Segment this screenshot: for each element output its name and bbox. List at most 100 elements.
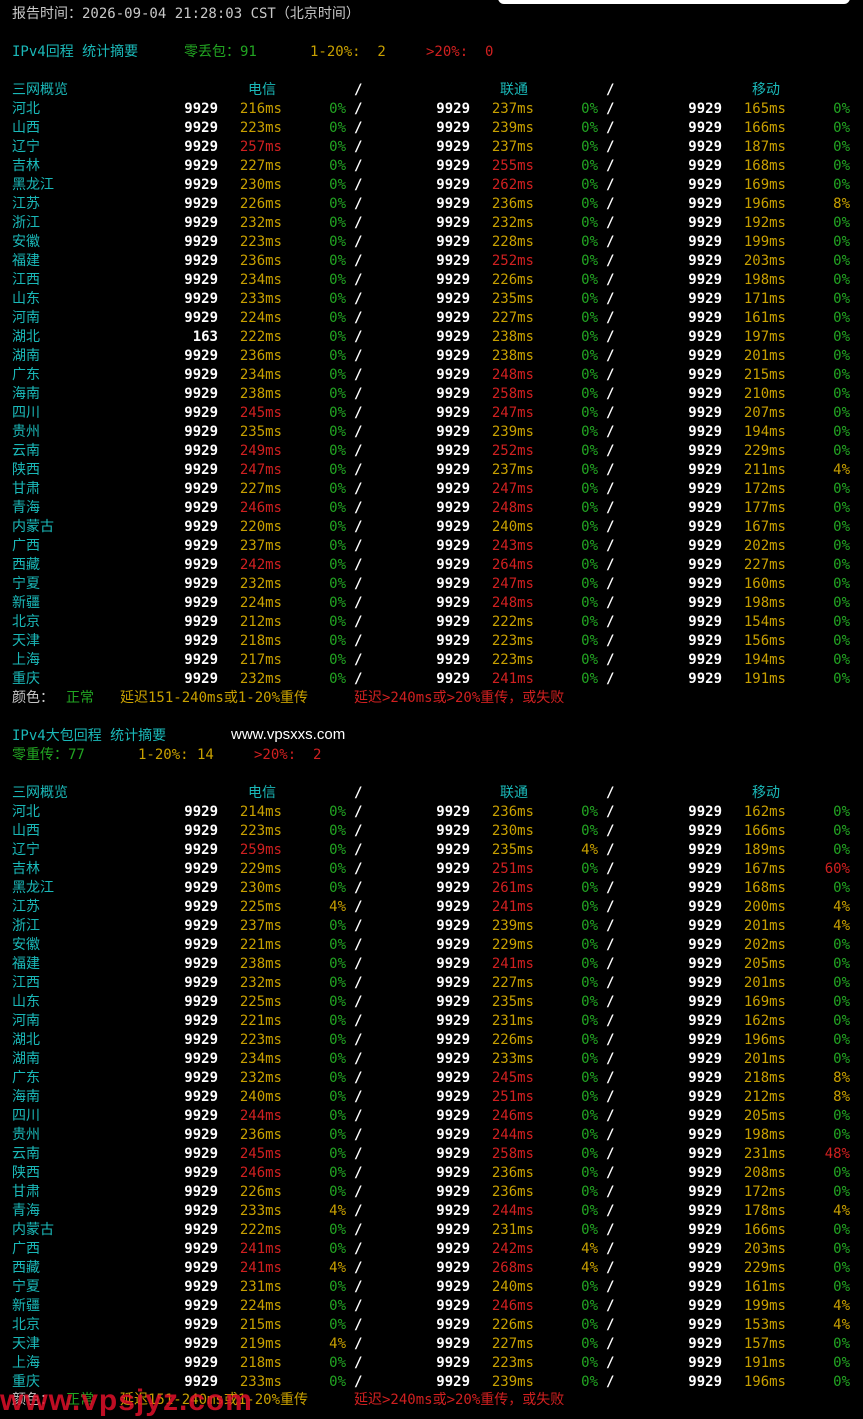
province-cell: 广东 bbox=[12, 1070, 40, 1086]
mobile-latency-cell: 207ms bbox=[743, 405, 786, 421]
column-separator: / bbox=[354, 1298, 363, 1314]
unicom-route-cell: 9929 bbox=[436, 1260, 470, 1276]
mobile-latency-cell: 205ms bbox=[743, 1108, 786, 1124]
unicom-loss-cell: 0% bbox=[581, 557, 598, 573]
telecom-latency-cell: 236ms bbox=[239, 1127, 282, 1143]
province-cell: 山东 bbox=[12, 291, 40, 307]
unicom-route-cell: 9929 bbox=[436, 1336, 470, 1352]
unicom-route-cell: 9929 bbox=[436, 348, 470, 364]
section1-title: IPv4回程 统计摘要 bbox=[12, 44, 139, 60]
mobile-latency-cell: 166ms bbox=[743, 823, 786, 839]
telecom-loss-cell: 0% bbox=[329, 975, 346, 991]
table-row: 辽宁 9929 257ms 0% 9929 237ms 0% 9929 187ms 0% / / bbox=[0, 138, 863, 157]
column-separator: / bbox=[606, 405, 615, 421]
province-cell: 河南 bbox=[12, 310, 40, 326]
mobile-loss-cell: 4% bbox=[833, 1298, 850, 1314]
telecom-loss-cell: 0% bbox=[329, 196, 346, 212]
section1-high-count: >20%: 0 bbox=[426, 44, 494, 60]
province-cell: 宁夏 bbox=[12, 576, 40, 592]
column-separator: / bbox=[606, 310, 615, 326]
mobile-latency-cell: 201ms bbox=[743, 1051, 786, 1067]
table-header-sep: / bbox=[606, 82, 615, 98]
unicom-route-cell: 9929 bbox=[436, 215, 470, 231]
mobile-loss-cell: 0% bbox=[833, 880, 850, 896]
mobile-latency-cell: 201ms bbox=[743, 918, 786, 934]
column-separator: / bbox=[354, 804, 363, 820]
telecom-latency-cell: 234ms bbox=[239, 1051, 282, 1067]
table-row: 山西 9929 223ms 0% 9929 239ms 0% 9929 166ms 0% / / bbox=[0, 119, 863, 138]
column-separator: / bbox=[606, 1165, 615, 1181]
telecom-latency-cell: 224ms bbox=[239, 1298, 282, 1314]
mobile-loss-cell: 8% bbox=[833, 1070, 850, 1086]
mobile-latency-cell: 167ms bbox=[743, 861, 786, 877]
unicom-route-cell: 9929 bbox=[436, 842, 470, 858]
telecom-loss-cell: 0% bbox=[329, 1032, 346, 1048]
mobile-route-cell: 9929 bbox=[688, 1165, 722, 1181]
telecom-loss-cell: 0% bbox=[329, 652, 346, 668]
telecom-latency-cell: 230ms bbox=[239, 177, 282, 193]
telecom-loss-cell: 0% bbox=[329, 367, 346, 383]
unicom-latency-cell: 223ms bbox=[491, 1355, 534, 1371]
unicom-loss-cell: 0% bbox=[581, 101, 598, 117]
mobile-latency-cell: 191ms bbox=[743, 1355, 786, 1371]
table-header-overview: 三网概览 bbox=[12, 785, 68, 801]
column-separator: / bbox=[606, 1374, 615, 1390]
unicom-route-cell: 9929 bbox=[436, 595, 470, 611]
mobile-latency-cell: 172ms bbox=[743, 481, 786, 497]
mobile-route-cell: 9929 bbox=[688, 1108, 722, 1124]
column-separator: / bbox=[606, 500, 615, 516]
telecom-latency-cell: 225ms bbox=[239, 899, 282, 915]
telecom-latency-cell: 232ms bbox=[239, 576, 282, 592]
unicom-route-cell: 9929 bbox=[436, 861, 470, 877]
unicom-loss-cell: 4% bbox=[581, 1260, 598, 1276]
table-row: 北京 9929 215ms 0% 9929 226ms 0% 9929 153ms 4% / / bbox=[0, 1316, 863, 1335]
mobile-loss-cell: 0% bbox=[833, 633, 850, 649]
telecom-loss-cell: 0% bbox=[329, 1127, 346, 1143]
table-row: 宁夏 9929 231ms 0% 9929 240ms 0% 9929 161ms 0% / / bbox=[0, 1278, 863, 1297]
unicom-loss-cell: 4% bbox=[581, 842, 598, 858]
telecom-loss-cell: 0% bbox=[329, 557, 346, 573]
telecom-route-cell: 9929 bbox=[184, 120, 218, 136]
telecom-latency-cell: 247ms bbox=[239, 462, 282, 478]
mobile-latency-cell: 187ms bbox=[743, 139, 786, 155]
unicom-route-cell: 9929 bbox=[436, 956, 470, 972]
province-cell: 江西 bbox=[12, 975, 40, 991]
telecom-route-cell: 9929 bbox=[184, 1222, 218, 1238]
unicom-latency-cell: 223ms bbox=[491, 652, 534, 668]
mobile-route-cell: 9929 bbox=[688, 405, 722, 421]
unicom-loss-cell: 0% bbox=[581, 329, 598, 345]
telecom-latency-cell: 246ms bbox=[239, 1165, 282, 1181]
column-separator: / bbox=[606, 1222, 615, 1238]
mobile-route-cell: 9929 bbox=[688, 234, 722, 250]
mobile-latency-cell: 201ms bbox=[743, 975, 786, 991]
column-separator: / bbox=[354, 1241, 363, 1257]
unicom-latency-cell: 251ms bbox=[491, 1089, 534, 1105]
column-separator: / bbox=[354, 918, 363, 934]
unicom-latency-cell: 262ms bbox=[491, 177, 534, 193]
unicom-latency-cell: 226ms bbox=[491, 1032, 534, 1048]
column-separator: / bbox=[354, 405, 363, 421]
province-cell: 上海 bbox=[12, 1355, 40, 1371]
province-cell: 吉林 bbox=[12, 158, 40, 174]
table2-header: 三网概览 电信 / 联通 / 移动 bbox=[0, 784, 863, 803]
province-cell: 四川 bbox=[12, 405, 40, 421]
unicom-route-cell: 9929 bbox=[436, 1032, 470, 1048]
table-header-mobile: 移动 bbox=[752, 82, 780, 98]
telecom-latency-cell: 234ms bbox=[239, 367, 282, 383]
province-cell: 黑龙江 bbox=[12, 880, 54, 896]
unicom-latency-cell: 227ms bbox=[491, 1336, 534, 1352]
mobile-loss-cell: 4% bbox=[833, 1317, 850, 1333]
table-header-sep: / bbox=[354, 82, 363, 98]
mobile-latency-cell: 212ms bbox=[743, 1089, 786, 1105]
column-separator: / bbox=[606, 994, 615, 1010]
unicom-latency-cell: 239ms bbox=[491, 120, 534, 136]
unicom-route-cell: 9929 bbox=[436, 291, 470, 307]
telecom-latency-cell: 220ms bbox=[239, 519, 282, 535]
mobile-loss-cell: 48% bbox=[824, 1146, 850, 1162]
unicom-route-cell: 9929 bbox=[436, 272, 470, 288]
unicom-latency-cell: 236ms bbox=[491, 1184, 534, 1200]
column-separator: / bbox=[606, 462, 615, 478]
column-separator: / bbox=[354, 1127, 363, 1143]
mobile-route-cell: 9929 bbox=[688, 481, 722, 497]
telecom-loss-cell: 0% bbox=[329, 120, 346, 136]
